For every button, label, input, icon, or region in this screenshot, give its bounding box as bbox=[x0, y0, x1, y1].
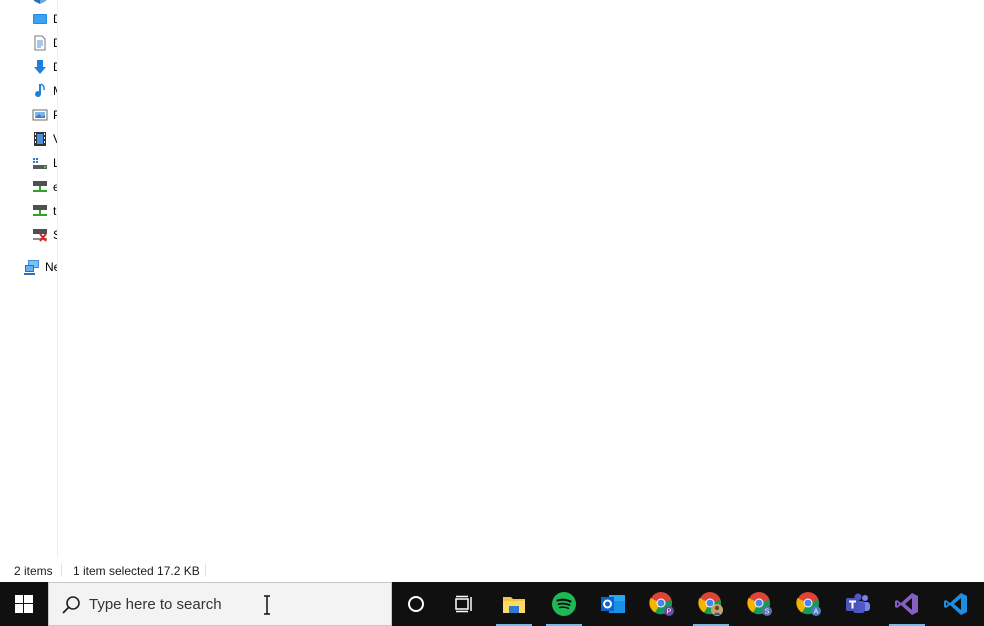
svg-text:P: P bbox=[667, 609, 672, 616]
chrome-icon: S bbox=[747, 592, 772, 616]
downloads-icon bbox=[34, 60, 46, 74]
nav-item-local-disk[interactable]: L bbox=[0, 151, 57, 175]
nav-item-label: M bbox=[53, 84, 57, 98]
nav-item-network[interactable]: Ne bbox=[0, 255, 57, 279]
visual-studio-taskbar-button[interactable] bbox=[883, 582, 931, 626]
spotify-taskbar-button[interactable] bbox=[540, 582, 588, 626]
spotify-icon bbox=[552, 592, 576, 616]
pictures-icon bbox=[32, 109, 48, 121]
nav-item-label: S bbox=[53, 228, 57, 242]
taskbar-search-box[interactable]: Type here to search bbox=[48, 582, 392, 626]
teams-icon bbox=[846, 593, 870, 613]
search-icon bbox=[62, 596, 80, 614]
chrome-profile-user-taskbar-button[interactable] bbox=[687, 582, 735, 626]
status-separator bbox=[205, 563, 206, 577]
3d-objects-icon bbox=[34, 0, 46, 4]
documents-icon bbox=[34, 35, 46, 51]
start-button[interactable] bbox=[0, 582, 48, 626]
nav-item-label: V bbox=[53, 132, 57, 146]
videos-icon bbox=[34, 132, 46, 146]
task-view-button[interactable] bbox=[440, 582, 488, 626]
svg-text:S: S bbox=[765, 609, 770, 616]
network-icon bbox=[24, 260, 39, 275]
nav-item-label: D bbox=[53, 12, 57, 26]
navigation-pane[interactable]: D D D M P V L e t S Ne bbox=[0, 0, 58, 558]
outlook-taskbar-button[interactable] bbox=[589, 582, 637, 626]
nav-item-label: e bbox=[53, 180, 57, 194]
network-drive-icon bbox=[33, 205, 47, 216]
nav-item-documents[interactable]: D bbox=[0, 31, 57, 55]
nav-item-label: D bbox=[53, 36, 57, 50]
chrome-profile-s-taskbar-button[interactable]: S bbox=[736, 582, 784, 626]
nav-item-label: D bbox=[53, 60, 57, 74]
text-cursor-icon bbox=[264, 595, 270, 615]
nav-item-disconnected-drive[interactable]: S bbox=[0, 223, 57, 247]
file-list-pane[interactable] bbox=[59, 0, 984, 558]
task-view-icon bbox=[455, 595, 472, 613]
taskbar: Type here to search P S A bbox=[0, 582, 984, 626]
nav-item-network-drive-e[interactable]: e bbox=[0, 175, 57, 199]
file-explorer-taskbar-button[interactable] bbox=[490, 582, 538, 626]
music-icon bbox=[35, 83, 45, 98]
teams-taskbar-button[interactable] bbox=[834, 582, 882, 626]
network-drive-icon bbox=[33, 181, 47, 192]
visual-studio-icon bbox=[895, 593, 918, 615]
svg-text:A: A bbox=[814, 609, 819, 616]
outlook-icon bbox=[601, 595, 625, 613]
nav-item-videos[interactable]: V bbox=[0, 127, 57, 151]
disconnected-drive-icon bbox=[33, 229, 47, 242]
status-separator bbox=[61, 563, 62, 577]
chrome-profile-p-taskbar-button[interactable]: P bbox=[638, 582, 686, 626]
chrome-icon bbox=[698, 592, 723, 616]
search-placeholder: Type here to search bbox=[89, 596, 222, 613]
nav-item-desktop[interactable]: D bbox=[0, 7, 57, 31]
nav-item-label: Ne bbox=[45, 260, 57, 274]
vscode-icon bbox=[944, 593, 967, 615]
desktop-icon bbox=[33, 14, 47, 24]
folder-icon bbox=[503, 597, 525, 613]
nav-item-label: t bbox=[53, 204, 57, 218]
nav-item-label: P bbox=[53, 108, 57, 122]
local-disk-icon bbox=[33, 158, 47, 169]
nav-item-label: L bbox=[53, 156, 57, 170]
nav-item-network-drive-t[interactable]: t bbox=[0, 199, 57, 223]
chrome-profile-a-taskbar-button[interactable]: A bbox=[785, 582, 833, 626]
cortana-icon bbox=[408, 596, 424, 612]
item-count: 2 items bbox=[14, 564, 53, 578]
chrome-icon: P bbox=[649, 592, 674, 616]
nav-item-music[interactable]: M bbox=[0, 79, 57, 103]
chrome-icon: A bbox=[796, 592, 821, 616]
status-bar: 2 items 1 item selected 17.2 KB bbox=[0, 558, 984, 582]
selection-info: 1 item selected 17.2 KB bbox=[73, 564, 200, 578]
nav-item-downloads[interactable]: D bbox=[0, 55, 57, 79]
windows-logo-icon bbox=[15, 595, 33, 613]
nav-item-pictures[interactable]: P bbox=[0, 103, 57, 127]
vscode-taskbar-button[interactable] bbox=[932, 582, 980, 626]
cortana-button[interactable] bbox=[392, 582, 440, 626]
